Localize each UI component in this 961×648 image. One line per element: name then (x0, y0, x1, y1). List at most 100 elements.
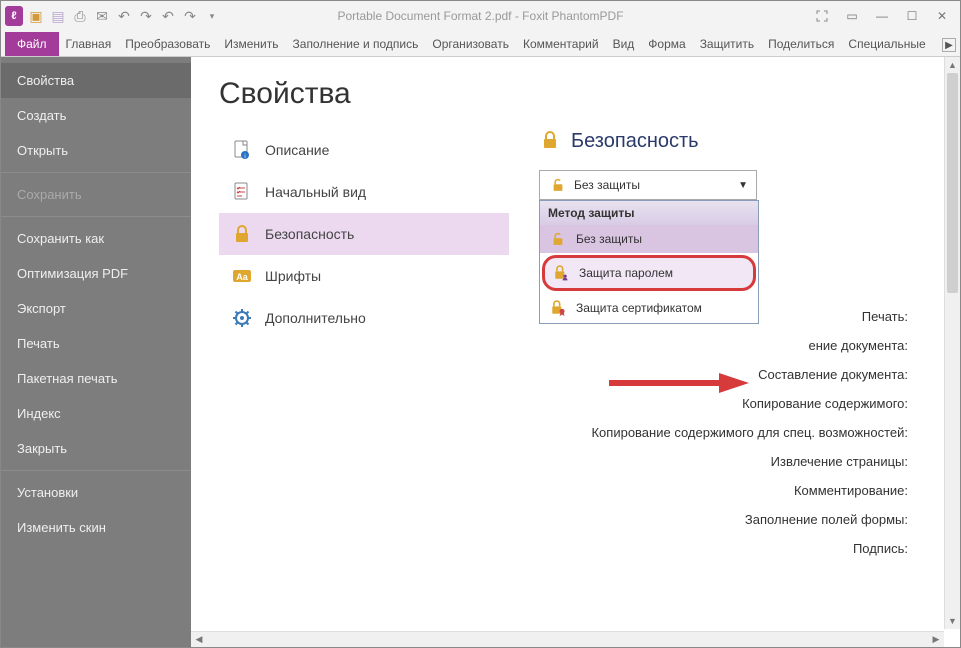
lock-user-icon (551, 264, 571, 282)
ribbon-tab-fill-sign[interactable]: Заполнение и подпись (286, 32, 426, 56)
dropdown-option-no-protection[interactable]: Без защиты (540, 225, 758, 253)
permission-label: Печать: (862, 309, 908, 324)
sidebar-separator (1, 172, 191, 173)
sidebar-item-save-as[interactable]: Сохранить как (1, 221, 191, 256)
dropdown-option-label: Защита сертификатом (576, 301, 702, 315)
security-panel: Безопасность Без защиты ▼ Метод защиты (539, 129, 932, 339)
svg-text:i: i (244, 154, 245, 160)
vertical-scrollbar[interactable]: ▲ ▼ (944, 57, 960, 629)
qat-more-icon[interactable]: ▾ (203, 7, 221, 25)
gear-icon (231, 307, 253, 329)
scroll-down-icon[interactable]: ▼ (945, 613, 960, 629)
undo2-icon[interactable]: ↶ (159, 7, 177, 25)
category-description[interactable]: i Описание (219, 129, 509, 171)
doc-info-icon: i (231, 139, 253, 161)
maximize-icon[interactable]: ☐ (898, 5, 926, 27)
unlock-icon (548, 177, 568, 193)
ribbon-more-icon[interactable]: ▶ (942, 38, 956, 52)
fullscreen-icon[interactable] (808, 5, 836, 27)
sidebar-item-print[interactable]: Печать (1, 326, 191, 361)
sidebar-item-index[interactable]: Индекс (1, 396, 191, 431)
sidebar-separator (1, 216, 191, 217)
window-controls: ▭ — ☐ ✕ (808, 5, 960, 27)
combo-value: Без защиты (574, 178, 640, 192)
backstage-content: Свойства i Описание (191, 57, 960, 647)
sidebar-item-optimize[interactable]: Оптимизация PDF (1, 256, 191, 291)
close-icon[interactable]: ✕ (928, 5, 956, 27)
lock-icon (539, 129, 561, 154)
category-fonts[interactable]: Aa Шрифты (219, 255, 509, 297)
sidebar-item-close[interactable]: Закрыть (1, 431, 191, 466)
redo2-icon[interactable]: ↷ (181, 7, 199, 25)
properties-categories: i Описание Начальный вид (219, 129, 509, 339)
protection-method-dropdown: Метод защиты Без защиты (539, 200, 759, 324)
category-initial-view[interactable]: Начальный вид (219, 171, 509, 213)
ribbon-tab-view[interactable]: Вид (606, 32, 642, 56)
app-logo-icon: ℓ (5, 7, 23, 25)
ribbon-tab-home[interactable]: Главная (59, 32, 119, 56)
save-icon[interactable]: ▤ (49, 7, 67, 25)
sidebar-item-preferences[interactable]: Установки (1, 475, 191, 510)
quick-access-toolbar: ℓ ▣ ▤ ⎙ ✉ ↶ ↷ ↶ ↷ ▾ (1, 7, 221, 25)
redo-icon[interactable]: ↷ (137, 7, 155, 25)
sidebar-item-save: Сохранить (1, 177, 191, 212)
horizontal-scrollbar[interactable]: ◀ ▶ (191, 631, 944, 647)
sidebar-item-open[interactable]: Открыть (1, 133, 191, 168)
permission-label: Составление документа: (758, 367, 908, 382)
sidebar-item-export[interactable]: Экспорт (1, 291, 191, 326)
security-heading-text: Безопасность (571, 130, 699, 153)
ribbon-tab-form[interactable]: Форма (641, 32, 692, 56)
permission-label: Копирование содержимого для спец. возмож… (591, 425, 908, 440)
dropdown-option-password[interactable]: Защита паролем (542, 255, 756, 291)
lock-icon (231, 223, 253, 245)
sidebar-item-properties[interactable]: Свойства (1, 63, 191, 98)
ribbon-tab-convert[interactable]: Преобразовать (118, 32, 217, 56)
scroll-right-icon[interactable]: ▶ (928, 632, 944, 647)
permissions-list: Печать: ение документа: Составление доку… (591, 309, 932, 556)
file-tab[interactable]: Файл (5, 32, 59, 56)
open-icon[interactable]: ▣ (27, 7, 45, 25)
lock-cert-icon (548, 299, 568, 317)
print-icon[interactable]: ⎙ (71, 7, 89, 25)
svg-text:Aa: Aa (236, 272, 248, 282)
sidebar-item-change-skin[interactable]: Изменить скин (1, 510, 191, 545)
scrollbar-thumb[interactable] (947, 73, 958, 293)
ribbon-tab-organize[interactable]: Организовать (425, 32, 516, 56)
permission-label: Извлечение страницы: (771, 454, 908, 469)
ribbon-tab-comment[interactable]: Комментарий (516, 32, 606, 56)
dropdown-option-certificate[interactable]: Защита сертификатом (540, 293, 758, 323)
minimize-icon[interactable]: — (868, 5, 896, 27)
undo-icon[interactable]: ↶ (115, 7, 133, 25)
email-icon[interactable]: ✉ (93, 7, 111, 25)
security-heading: Безопасность (539, 129, 932, 154)
ribbon-tab-edit[interactable]: Изменить (217, 32, 285, 56)
ribbon-tab-special[interactable]: Специальные (841, 32, 932, 56)
sidebar-item-create[interactable]: Создать (1, 98, 191, 133)
title-bar: ℓ ▣ ▤ ⎙ ✉ ↶ ↷ ↶ ↷ ▾ Portable Document Fo… (1, 1, 960, 31)
backstage-view: Свойства Создать Открыть Сохранить Сохра… (1, 57, 960, 647)
category-label: Безопасность (265, 226, 354, 242)
app-window: ℓ ▣ ▤ ⎙ ✉ ↶ ↷ ↶ ↷ ▾ Portable Document Fo… (0, 0, 961, 648)
ribbon-tab-protect[interactable]: Защитить (693, 32, 761, 56)
category-label: Шрифты (265, 268, 321, 284)
fonts-icon: Aa (231, 265, 253, 287)
doc-check-icon (231, 181, 253, 203)
scroll-up-icon[interactable]: ▲ (945, 57, 960, 73)
ribbon-tab-share[interactable]: Поделиться (761, 32, 841, 56)
category-security[interactable]: Безопасность (219, 213, 509, 255)
permission-label: ение документа: (808, 338, 908, 353)
scroll-left-icon[interactable]: ◀ (191, 632, 207, 647)
permission-label: Подпись: (853, 541, 908, 556)
page-title: Свойства (219, 77, 932, 111)
backstage-sidebar: Свойства Создать Открыть Сохранить Сохра… (1, 57, 191, 647)
chevron-down-icon: ▼ (738, 180, 748, 191)
dropdown-option-label: Без защиты (576, 232, 642, 246)
dropdown-header: Метод защиты (540, 201, 758, 225)
ribbon-tabs: Файл Главная Преобразовать Изменить Запо… (1, 31, 960, 57)
dropdown-option-label: Защита паролем (579, 266, 673, 280)
ribbon-toggle-icon[interactable]: ▭ (838, 5, 866, 27)
protection-method-combo[interactable]: Без защиты ▼ Метод защиты Без защиты (539, 170, 757, 200)
category-advanced[interactable]: Дополнительно (219, 297, 509, 339)
sidebar-item-batch-print[interactable]: Пакетная печать (1, 361, 191, 396)
permission-label: Комментирование: (794, 483, 908, 498)
